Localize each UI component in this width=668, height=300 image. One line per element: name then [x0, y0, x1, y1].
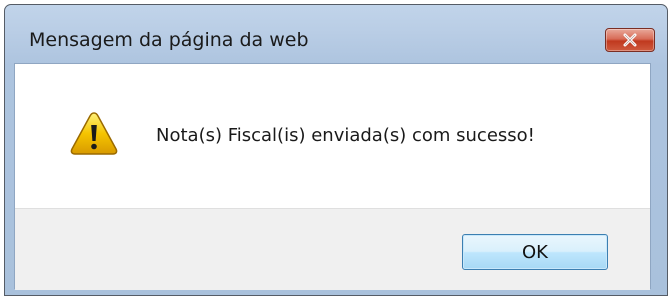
- message-area: Nota(s) Fiscal(is) enviada(s) com sucess…: [15, 64, 650, 208]
- dialog-title: Mensagem da página da web: [29, 29, 309, 51]
- close-button[interactable]: [605, 28, 655, 52]
- close-icon: [622, 33, 638, 47]
- title-bar[interactable]: Mensagem da página da web: [5, 5, 667, 63]
- dialog-message: Nota(s) Fiscal(is) enviada(s) com sucess…: [156, 125, 535, 146]
- message-dialog-window: Mensagem da página da web Nota(s) Fiscal…: [4, 4, 668, 296]
- button-bar: OK: [15, 208, 650, 290]
- warning-icon: [69, 110, 119, 156]
- dialog-client-area: Nota(s) Fiscal(is) enviada(s) com sucess…: [14, 63, 651, 290]
- ok-button[interactable]: OK: [462, 234, 608, 270]
